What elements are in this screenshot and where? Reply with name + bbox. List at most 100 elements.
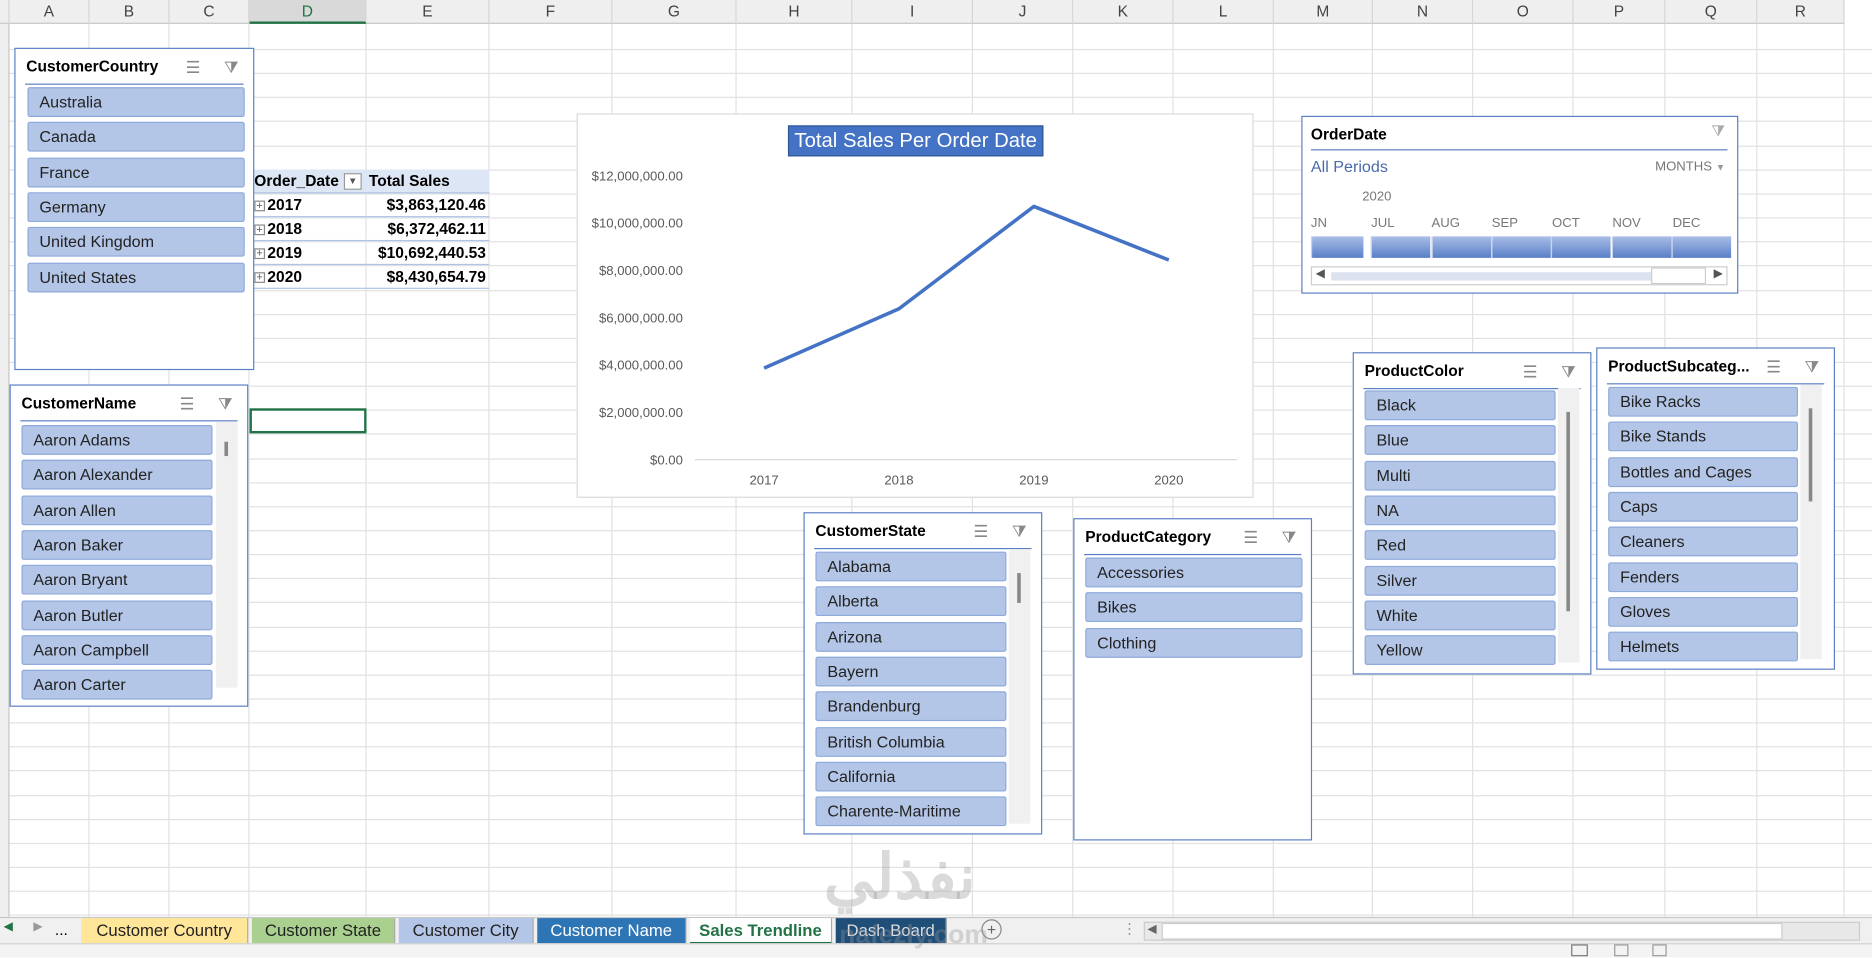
scroll-thumb[interactable] bbox=[1017, 573, 1021, 603]
orderdate-timeline[interactable]: OrderDate ⧩ All Periods MONTHS ▼ 2020 ◀ … bbox=[1301, 116, 1738, 294]
slicer-scrollbar[interactable] bbox=[1009, 549, 1030, 824]
slicer-item[interactable]: Gloves bbox=[1608, 597, 1798, 627]
slicer-item[interactable]: NA bbox=[1365, 495, 1556, 525]
slicer-item[interactable]: British Columbia bbox=[815, 726, 1006, 756]
scroll-left-icon[interactable]: ◀ bbox=[1316, 267, 1325, 280]
scroll-thumb[interactable] bbox=[224, 442, 228, 456]
slicer-item[interactable]: Alberta bbox=[815, 587, 1006, 617]
slicer-item[interactable]: Germany bbox=[27, 192, 244, 222]
clear-filter-icon[interactable]: ⧩ bbox=[1711, 122, 1725, 141]
slicer-state[interactable]: CustomerState☰⧩AlabamaAlbertaArizonaBaye… bbox=[803, 512, 1042, 834]
slicer-item[interactable]: Helmets bbox=[1608, 632, 1798, 662]
timeline-month-bar[interactable] bbox=[1551, 236, 1611, 257]
hscroll-thumb[interactable] bbox=[1162, 923, 1783, 940]
slicer-item[interactable]: Red bbox=[1365, 530, 1556, 560]
slicer-item[interactable]: Arizona bbox=[815, 622, 1006, 652]
scroll-tabs-right-icon[interactable]: ▶ bbox=[33, 920, 42, 933]
sales-line-chart[interactable]: Total Sales Per Order Date $0.00$2,000,0… bbox=[577, 113, 1254, 497]
multi-select-icon[interactable]: ☰ bbox=[974, 513, 989, 549]
column-header-g[interactable]: G bbox=[612, 0, 736, 24]
multi-select-icon[interactable]: ☰ bbox=[186, 49, 201, 85]
column-header-r[interactable]: R bbox=[1757, 0, 1844, 24]
slicer-item[interactable]: Aaron Campbell bbox=[21, 635, 212, 665]
pivot-year-cell[interactable]: +2019 bbox=[254, 244, 302, 262]
sheet-tab[interactable]: Customer Country bbox=[81, 918, 248, 944]
multi-select-icon[interactable]: ☰ bbox=[180, 386, 195, 422]
slicer-scrollbar[interactable] bbox=[1558, 388, 1579, 663]
expand-icon[interactable]: + bbox=[254, 248, 265, 259]
slicer-item[interactable]: Canada bbox=[27, 122, 244, 152]
column-header-q[interactable]: Q bbox=[1665, 0, 1757, 24]
slicer-item[interactable]: White bbox=[1365, 600, 1556, 630]
column-header-b[interactable]: B bbox=[90, 0, 170, 24]
slicer-category[interactable]: ProductCategory☰⧩AccessoriesBikesClothin… bbox=[1073, 518, 1312, 840]
clear-filter-icon[interactable]: ⧩ bbox=[218, 386, 233, 422]
pivot-total-cell[interactable]: $8,430,654.79 bbox=[387, 267, 486, 285]
sheet-tab[interactable]: Customer State bbox=[252, 918, 395, 944]
normal-view-icon[interactable] bbox=[1571, 944, 1588, 956]
slicer-item[interactable]: Aaron Allen bbox=[21, 495, 212, 525]
splitter-handle[interactable]: ⋮ bbox=[1122, 920, 1136, 937]
slicer-scrollbar[interactable] bbox=[216, 421, 237, 687]
timeline-month-bar[interactable] bbox=[1611, 236, 1671, 257]
column-header-m[interactable]: M bbox=[1274, 0, 1373, 24]
column-header-k[interactable]: K bbox=[1073, 0, 1173, 24]
filter-dropdown-icon[interactable]: ▼ bbox=[344, 173, 362, 190]
slicer-item[interactable]: United States bbox=[27, 262, 244, 292]
column-header-i[interactable]: I bbox=[852, 0, 973, 24]
scroll-thumb[interactable] bbox=[1651, 267, 1706, 284]
scroll-thumb[interactable] bbox=[1809, 408, 1813, 501]
timeline-scrollbar[interactable]: ◀ ▶ bbox=[1311, 266, 1728, 285]
more-tabs-button[interactable]: ... bbox=[55, 920, 68, 938]
column-header-e[interactable]: E bbox=[367, 0, 490, 24]
column-header-d[interactable]: D bbox=[250, 0, 367, 24]
multi-select-icon[interactable]: ☰ bbox=[1523, 353, 1538, 389]
slicer-item[interactable]: Brandenburg bbox=[815, 691, 1006, 721]
add-sheet-icon[interactable]: + bbox=[981, 919, 1001, 939]
column-header-c[interactable]: C bbox=[170, 0, 250, 24]
slicer-item[interactable]: Aaron Adams bbox=[21, 425, 212, 455]
column-header-o[interactable]: O bbox=[1473, 0, 1573, 24]
scroll-right-icon[interactable]: ▶ bbox=[1714, 267, 1723, 280]
expand-icon[interactable]: + bbox=[254, 201, 265, 212]
select-all-corner[interactable] bbox=[0, 0, 10, 24]
pivot-year-cell[interactable]: +2020 bbox=[254, 267, 302, 285]
slicer-item[interactable]: Blue bbox=[1365, 425, 1556, 455]
column-header-l[interactable]: L bbox=[1174, 0, 1274, 24]
scroll-thumb[interactable] bbox=[1566, 412, 1570, 611]
selected-cell[interactable] bbox=[250, 408, 367, 433]
clear-filter-icon[interactable]: ⧩ bbox=[1282, 519, 1297, 555]
slicer-item[interactable]: Bike Racks bbox=[1608, 387, 1798, 417]
clear-filter-icon[interactable]: ⧩ bbox=[1012, 513, 1027, 549]
sheet-tab[interactable]: Sales Trendline bbox=[690, 918, 832, 944]
row-headers[interactable] bbox=[0, 24, 10, 917]
slicer-item[interactable]: Caps bbox=[1608, 492, 1798, 522]
horizontal-scrollbar[interactable]: ◀ bbox=[1144, 922, 1860, 941]
slicer-item[interactable]: Australia bbox=[27, 87, 244, 117]
column-header-n[interactable]: N bbox=[1373, 0, 1473, 24]
slicer-item[interactable]: Bike Stands bbox=[1608, 422, 1798, 452]
sheet-tab[interactable]: Customer Name bbox=[537, 918, 686, 944]
slicer-item[interactable]: Bayern bbox=[815, 657, 1006, 687]
slicer-item[interactable]: Accessories bbox=[1085, 558, 1302, 588]
slicer-item[interactable]: Cleaners bbox=[1608, 527, 1798, 557]
slicer-color[interactable]: ProductColor☰⧩BlackBlueMultiNARedSilverW… bbox=[1353, 352, 1592, 674]
column-header-j[interactable]: J bbox=[973, 0, 1073, 24]
timeline-level-dropdown[interactable]: MONTHS ▼ bbox=[1655, 160, 1725, 174]
column-header-p[interactable]: P bbox=[1574, 0, 1666, 24]
column-header-f[interactable]: F bbox=[489, 0, 612, 24]
slicer-item[interactable]: Aaron Bryant bbox=[21, 565, 212, 595]
pivot-total-cell[interactable]: $3,863,120.46 bbox=[387, 196, 486, 214]
timeline-month-bar[interactable] bbox=[1671, 236, 1731, 257]
slicer-item[interactable]: United Kingdom bbox=[27, 227, 244, 257]
slicer-item[interactable]: Bikes bbox=[1085, 593, 1302, 623]
slicer-item[interactable]: Black bbox=[1365, 390, 1556, 420]
slicer-item[interactable]: Alabama bbox=[815, 552, 1006, 582]
slicer-item[interactable]: California bbox=[815, 761, 1006, 791]
column-header-a[interactable]: A bbox=[10, 0, 90, 24]
timeline-month-bar[interactable] bbox=[1371, 236, 1431, 257]
slicer-item[interactable]: Charente-Maritime bbox=[815, 796, 1006, 826]
slicer-item[interactable]: France bbox=[27, 157, 244, 187]
slicer-scrollbar[interactable] bbox=[1800, 384, 1821, 659]
pivot-year-cell[interactable]: +2018 bbox=[254, 220, 302, 238]
